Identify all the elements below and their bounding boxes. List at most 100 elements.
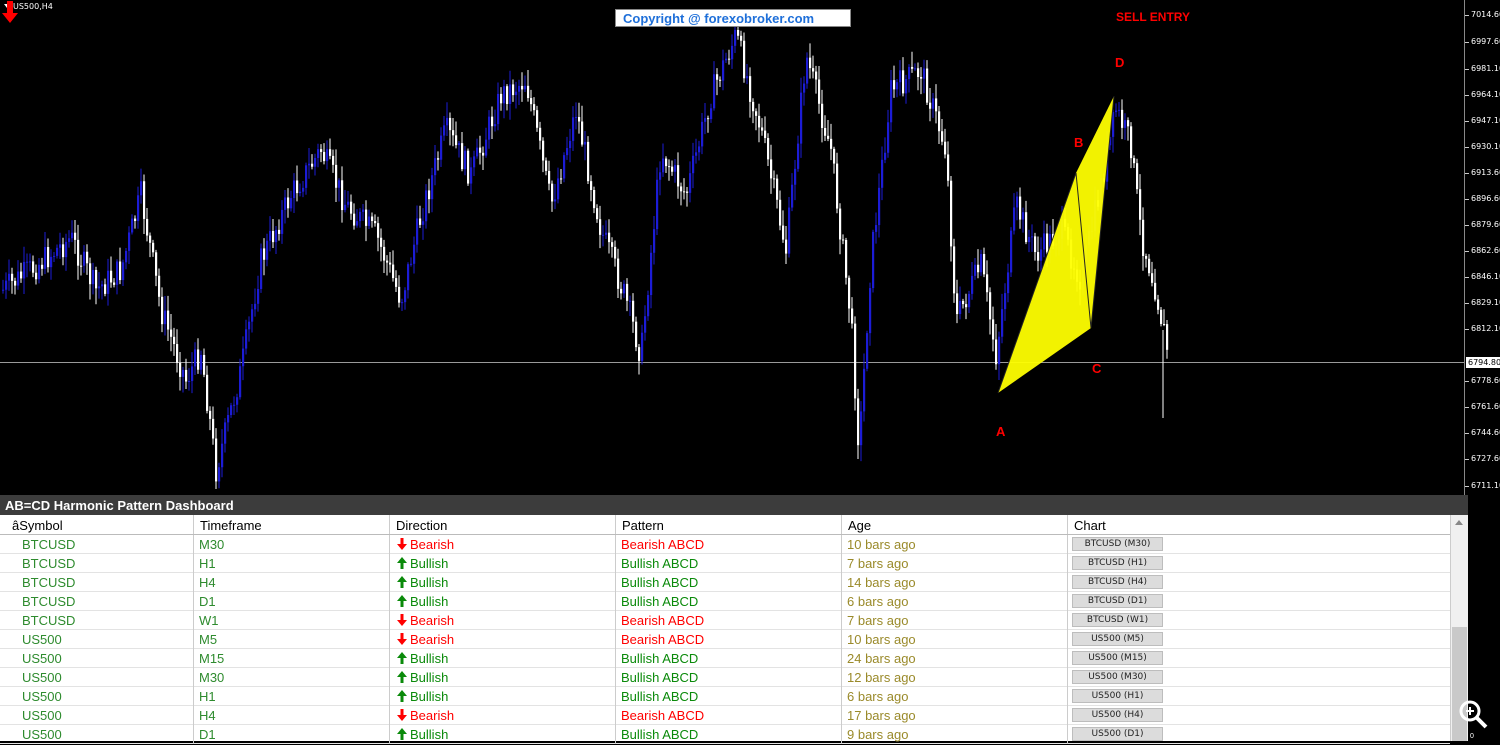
candle (932, 93, 935, 118)
table-row[interactable]: BTCUSD M30 Bearish Bearish ABCD 10 bars ago B… (0, 535, 1450, 554)
open-chart-button[interactable]: US500 (D1) (1072, 727, 1163, 741)
candle (413, 236, 416, 274)
candle (1034, 232, 1037, 261)
candle (419, 205, 422, 229)
header-pattern[interactable]: Pattern (615, 515, 841, 534)
scroll-up-icon[interactable] (1455, 520, 1463, 525)
candle (956, 279, 959, 324)
table-row[interactable]: US500 H1 Bullish Bullish ABCD 6 bars ago US50… (0, 687, 1450, 706)
candle (212, 406, 215, 445)
header-timeframe[interactable]: Timeframe (193, 515, 389, 534)
candle (227, 407, 230, 432)
table-row[interactable]: BTCUSD W1 Bearish Bearish ABCD 7 bars ago BTC… (0, 611, 1450, 630)
cell-age: 7 bars ago (841, 554, 1067, 573)
open-chart-button[interactable]: US500 (M30) (1072, 670, 1163, 684)
candle (140, 168, 143, 204)
candle (905, 74, 908, 104)
table-row[interactable]: BTCUSD D1 Bullish Bullish ABCD 6 bars ago BTC… (0, 592, 1450, 611)
header-chart[interactable]: Chart (1067, 515, 1450, 534)
candle (443, 116, 446, 141)
candle (1004, 283, 1007, 321)
candle (392, 250, 395, 282)
candle (818, 66, 821, 114)
table-row[interactable]: US500 D1 Bullish Bullish ABCD 9 bars ago US50… (0, 725, 1450, 744)
candle (866, 330, 869, 372)
header-symbol[interactable]: âSymbol (0, 515, 193, 534)
table-row[interactable]: US500 M5 Bearish Bearish ABCD 10 bars ago US5… (0, 630, 1450, 649)
table-row[interactable]: BTCUSD H1 Bullish Bullish ABCD 7 bars ago BTC… (0, 554, 1450, 573)
candle (914, 63, 917, 71)
price-axis[interactable]: 7014.60 6997.60 6981.10 6964.10 6947.10 6930.… (1464, 0, 1500, 495)
candle (779, 190, 782, 231)
candle (641, 324, 644, 365)
candle (215, 428, 218, 489)
candle (773, 170, 776, 189)
candle (671, 160, 674, 176)
candle (284, 190, 287, 224)
candle (29, 253, 32, 272)
open-chart-button[interactable]: BTCUSD (M30) (1072, 537, 1163, 551)
cell-age: 6 bars ago (841, 687, 1067, 706)
candle (359, 208, 362, 228)
table-header: âSymbol Timeframe Direction Pattern Age … (0, 515, 1450, 535)
open-chart-button[interactable]: BTCUSD (H4) (1072, 575, 1163, 589)
cell-age: 7 bars ago (841, 611, 1067, 630)
down-arrow-icon (397, 614, 407, 626)
candle (311, 154, 314, 170)
open-chart-button[interactable]: US500 (H1) (1072, 689, 1163, 703)
candle (857, 388, 860, 459)
candle (383, 239, 386, 273)
table-row[interactable]: BTCUSD H4 Bullish Bullish ABCD 14 bars ago BT… (0, 573, 1450, 592)
candle (887, 109, 890, 158)
candle (791, 173, 794, 212)
candle (656, 167, 659, 235)
header-age[interactable]: Age (841, 515, 1067, 534)
direction-text: Bearish (410, 537, 455, 552)
candle (557, 167, 560, 204)
open-chart-button[interactable]: BTCUSD (W1) (1072, 613, 1163, 627)
cell-timeframe: H4 (193, 706, 389, 725)
price-chart[interactable]: US500,H4 Copyright @ forexobroker.com SE… (0, 0, 1500, 495)
candle (119, 247, 122, 285)
cell-symbol: US500 (22, 670, 62, 685)
candle (680, 182, 683, 206)
cell-chart: BTCUSD (H1) (1067, 554, 1450, 573)
header-direction[interactable]: Direction (389, 515, 615, 534)
candle (209, 406, 212, 431)
direction-text: Bearish (410, 632, 455, 647)
candle (1121, 99, 1124, 140)
direction-text: Bullish (410, 670, 449, 685)
candle (380, 228, 383, 262)
candle (527, 69, 530, 102)
candle (203, 348, 206, 378)
zoom-icon[interactable] (1457, 698, 1489, 730)
price-tick-label: 6829.10 (1464, 298, 1500, 307)
candle (194, 342, 197, 375)
candle (629, 295, 632, 317)
candle (269, 216, 272, 252)
candle (917, 62, 920, 91)
table-row[interactable]: US500 M30 Bullish Bullish ABCD 12 bars ago US… (0, 668, 1450, 687)
candle (542, 137, 545, 173)
cell-pattern: Bearish ABCD (615, 611, 841, 630)
candle (434, 145, 437, 186)
candle (941, 119, 944, 146)
candle (851, 297, 854, 329)
open-chart-button[interactable]: BTCUSD (H1) (1072, 556, 1163, 570)
table-row[interactable]: US500 H4 Bearish Bearish ABCD 17 bars ago US5… (0, 706, 1450, 725)
cell-direction: Bearish (389, 611, 615, 630)
candle (320, 144, 323, 163)
open-chart-button[interactable]: US500 (M15) (1072, 651, 1163, 665)
open-chart-button[interactable]: US500 (M5) (1072, 632, 1163, 646)
candle (290, 190, 293, 212)
candle (224, 418, 227, 453)
candle (77, 224, 80, 280)
candle (584, 130, 587, 161)
open-chart-button[interactable]: BTCUSD (D1) (1072, 594, 1163, 608)
candle (281, 200, 284, 244)
open-chart-button[interactable]: US500 (H4) (1072, 708, 1163, 722)
table-row[interactable]: US500 M15 Bullish Bullish ABCD 24 bars ago US… (0, 649, 1450, 668)
cell-chart: BTCUSD (H4) (1067, 573, 1450, 592)
candle (32, 255, 35, 278)
cell-age: 10 bars ago (841, 535, 1067, 554)
